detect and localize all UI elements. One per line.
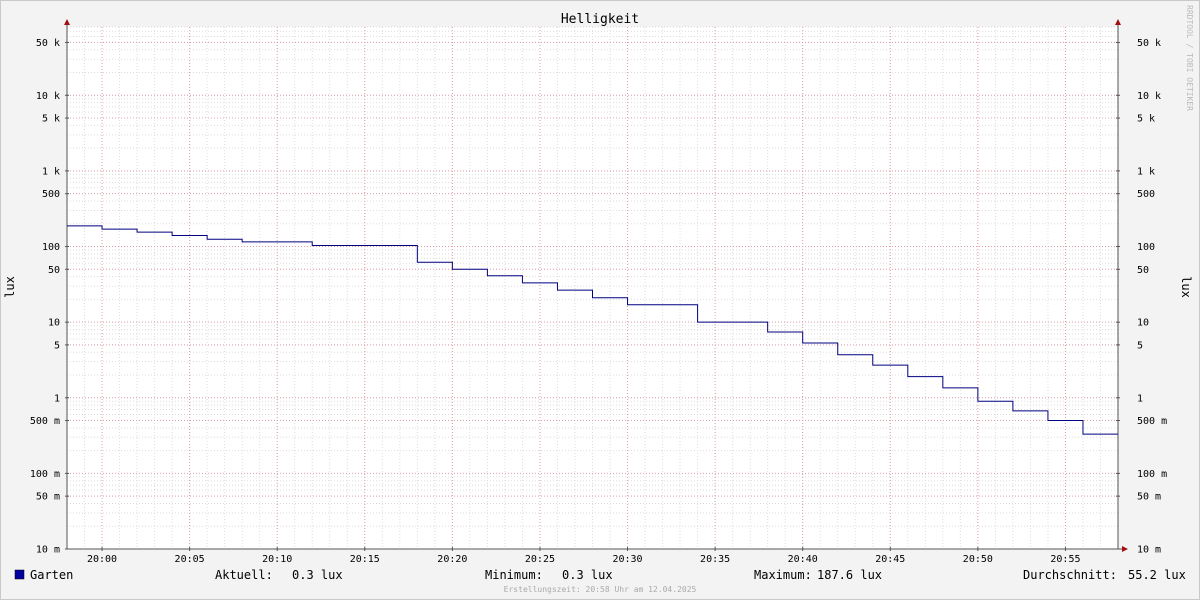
x-tick-label: 20:55	[1050, 554, 1080, 565]
y-tick-label-left: 50 m	[36, 492, 60, 503]
y-tick-label-left: 50 k	[36, 38, 60, 49]
y-tick-label-left: 1	[54, 393, 60, 404]
y-tick-label-left: 50	[48, 265, 60, 276]
y-tick-label-left: 10 m	[36, 545, 60, 556]
x-tick-label: 20:20	[437, 554, 467, 565]
legend-maximum-value: 187.6 lux	[817, 568, 882, 582]
y-tick-label-right: 50	[1137, 265, 1149, 276]
y-tick-label-right: 100 m	[1137, 469, 1167, 480]
x-tick-label: 20:10	[262, 554, 292, 565]
legend-swatch	[14, 569, 25, 580]
y-axis-label-right: lux	[1179, 276, 1193, 298]
y-axis-arrow-left	[64, 19, 70, 25]
y-tick-label-left: 1 k	[42, 166, 60, 177]
y-tick-label-right: 500 m	[1137, 416, 1167, 427]
x-tick-label: 20:30	[612, 554, 642, 565]
x-tick-label: 20:15	[350, 554, 380, 565]
footer-creation-time: Erstellungszeit: 20:58 Uhr am 12.04.2025	[504, 585, 697, 594]
y-tick-label-right: 10 k	[1137, 91, 1161, 102]
y-tick-label-left: 500 m	[30, 416, 60, 427]
x-tick-label: 20:45	[875, 554, 905, 565]
legend-aktuell-value: 0.3 lux	[292, 568, 343, 582]
y-ticks-left: 50 k 10 k 5 k 1 k 500 100 50 10 5 1 500 m 100 m 50 m…	[30, 38, 69, 556]
legend-average-label: Durchschnitt:	[1023, 568, 1117, 582]
y-tick-label-right: 50 m	[1137, 492, 1161, 503]
legend-minimum-value: 0.3 lux	[562, 568, 613, 582]
y-tick-label-left: 100	[42, 242, 60, 253]
x-axis-arrow	[1122, 546, 1128, 552]
legend-minimum-label: Minimum:	[485, 568, 543, 582]
y-axis-label-left: lux	[3, 276, 17, 298]
y-tick-label-left: 10	[48, 318, 60, 329]
legend-average-value: 55.2 lux	[1128, 568, 1186, 582]
y-tick-label-right: 10 m	[1137, 545, 1161, 556]
y-tick-label-left: 5 k	[42, 114, 60, 125]
y-tick-label-left: 100 m	[30, 469, 60, 480]
y-tick-label-right: 10	[1137, 318, 1149, 329]
y-tick-label-right: 100	[1137, 242, 1155, 253]
chart-svg: 50 k 10 k 5 k 1 k 500 100 50 10 5 1 500 m 100 m 50 m…	[3, 5, 1194, 594]
x-tick-label: 20:25	[525, 554, 555, 565]
x-tick-label: 20:00	[87, 554, 117, 565]
legend-maximum-label: Maximum:	[754, 568, 812, 582]
x-ticks: 20:00 20:05 20:10 20:15 20:20 20:25 20:30 20:35…	[87, 547, 1081, 565]
rrdtool-watermark: RRDTOOL / TOBI OETIKER	[1185, 5, 1194, 111]
y-tick-label-right: 1	[1137, 393, 1143, 404]
y-ticks-right: 50 k 10 k 5 k 1 k 500 100 50 10 5 1 500 m 100 m 50 m…	[1116, 38, 1167, 556]
y-tick-label-right: 5 k	[1137, 114, 1155, 125]
legend-aktuell-label: Aktuell:	[215, 568, 273, 582]
x-tick-label: 20:50	[963, 554, 993, 565]
y-tick-label-left: 500	[42, 189, 60, 200]
x-tick-label: 20:35	[700, 554, 730, 565]
legend-series-name: Garten	[30, 568, 73, 582]
chart-title: Helligkeit	[561, 12, 639, 27]
y-tick-label-left: 10 k	[36, 91, 60, 102]
y-tick-label-right: 1 k	[1137, 166, 1155, 177]
x-tick-label: 20:40	[788, 554, 818, 565]
y-tick-label-left: 5	[54, 340, 60, 351]
y-tick-label-right: 50 k	[1137, 38, 1161, 49]
y-tick-label-right: 500	[1137, 189, 1155, 200]
x-tick-label: 20:05	[175, 554, 205, 565]
minor-grid	[66, 26, 1119, 550]
y-tick-label-right: 5	[1137, 340, 1143, 351]
y-axis-arrow-right	[1115, 19, 1121, 25]
